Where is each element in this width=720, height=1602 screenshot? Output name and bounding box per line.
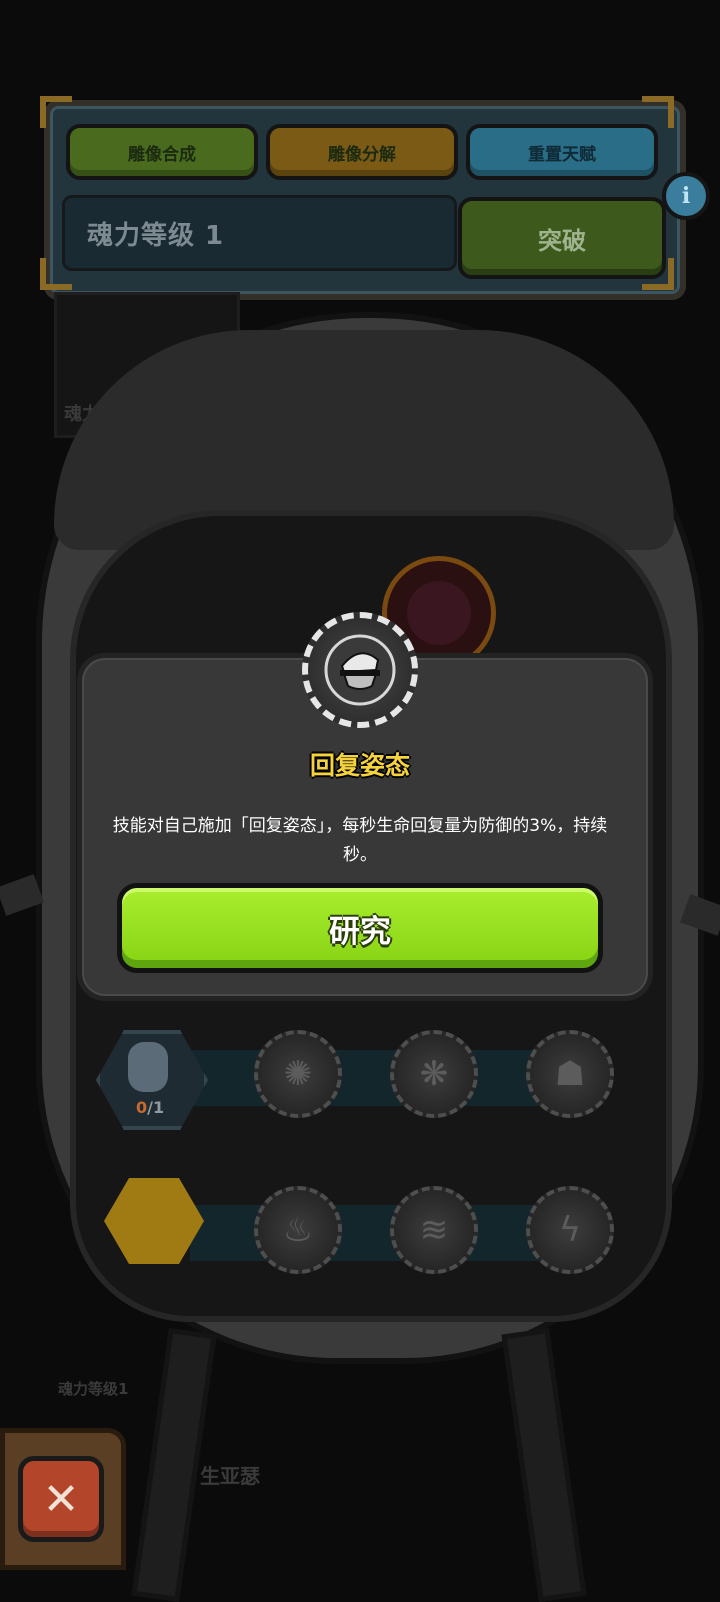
research-button[interactable]: 研究	[117, 883, 603, 973]
breakthrough-button[interactable]: 突破	[458, 197, 666, 279]
statue-counter: 0/1	[136, 1098, 164, 1117]
creature-icon[interactable]: ☗	[526, 1030, 614, 1118]
warrior-icon	[302, 612, 418, 728]
close-icon: ✕	[42, 1473, 80, 1525]
lightning-icon[interactable]: ϟ	[526, 1186, 614, 1274]
soul-level-display: 魂力等级 1	[62, 195, 457, 271]
skill-description: 技能对自己施加「回复姿态」，每秒生命回复量为防御的3%，持续秒。	[112, 816, 608, 865]
panel-corner	[642, 96, 674, 128]
info-icon[interactable]: i	[662, 172, 710, 220]
statue-figure-icon	[128, 1042, 168, 1092]
skill-title: 回复姿态	[309, 751, 410, 780]
reset-talent-button[interactable]: 重置天赋	[466, 124, 658, 180]
panel-corner	[40, 96, 72, 128]
close-button[interactable]: ✕	[18, 1456, 104, 1542]
statue-counter-current: 0	[136, 1098, 148, 1117]
background-soul-level: 魂力等级1	[58, 1380, 129, 1398]
tentacle-icon[interactable]: ❋	[390, 1030, 478, 1118]
talent-row-band	[190, 1205, 550, 1261]
statue-synthesis-button[interactable]: 雕像合成	[66, 124, 258, 180]
statue-counter-total: /1	[147, 1098, 165, 1117]
statue-decompose-button[interactable]: 雕像分解	[266, 124, 458, 180]
flame-icon[interactable]: ♨	[254, 1186, 342, 1274]
warrior-icon-art	[324, 634, 396, 706]
wave-icon[interactable]: ≋	[390, 1186, 478, 1274]
soul-level-label: 魂力等级 1	[87, 220, 225, 251]
background-vitality-text: 生亚瑟	[200, 1464, 260, 1488]
storm-icon[interactable]: ✺	[254, 1030, 342, 1118]
frame-leg-right	[501, 1327, 587, 1602]
talent-row-band	[190, 1050, 550, 1106]
